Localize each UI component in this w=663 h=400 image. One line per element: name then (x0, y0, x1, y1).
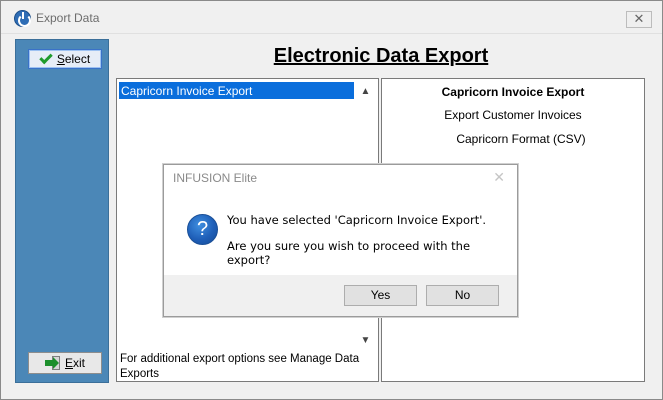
sidebar: Select Exit (15, 39, 109, 383)
scroll-down-icon[interactable]: ▼ (358, 334, 373, 348)
power-icon (14, 10, 31, 27)
list-footer-note: For additional export options see Manage… (120, 353, 360, 380)
details-line-1: Export Customer Invoices (444, 108, 582, 122)
dialog-title: INFUSION Elite (173, 171, 258, 185)
yes-button[interactable]: Yes (344, 285, 417, 306)
dialog-message-2: Are you sure you wish to proceed with th… (227, 239, 471, 267)
exit-button[interactable]: Exit (28, 352, 102, 374)
select-label: Select (56, 52, 91, 66)
dialog-footer: Yes No (164, 275, 517, 316)
confirm-dialog: INFUSION Elite ✕ ? You have selected 'Ca… (163, 164, 518, 317)
exit-door-icon (44, 356, 60, 370)
page-title: Electronic Data Export (273, 45, 489, 67)
exit-label: Exit (64, 356, 85, 370)
window-title: Export Data (36, 11, 100, 25)
dialog-message-1: You have selected 'Capricorn Invoice Exp… (227, 213, 487, 227)
checkmark-icon (39, 50, 53, 65)
dialog-close-icon[interactable]: ✕ (493, 169, 505, 186)
list-item-selected[interactable]: Capricorn Invoice Export (119, 82, 354, 99)
title-bar: Export Data ✕ (1, 1, 662, 34)
window-close-button[interactable]: ✕ (626, 11, 652, 28)
export-data-window: Export Data ✕ Select Exit Electronic Dat… (0, 0, 663, 400)
details-title: Capricorn Invoice Export (441, 85, 585, 99)
scroll-up-icon[interactable]: ▲ (358, 85, 373, 99)
select-button[interactable]: Select (28, 49, 102, 69)
no-button[interactable]: No (426, 285, 499, 306)
question-icon: ? (187, 214, 218, 245)
details-line-2: Capricorn Format (CSV) (456, 132, 586, 146)
